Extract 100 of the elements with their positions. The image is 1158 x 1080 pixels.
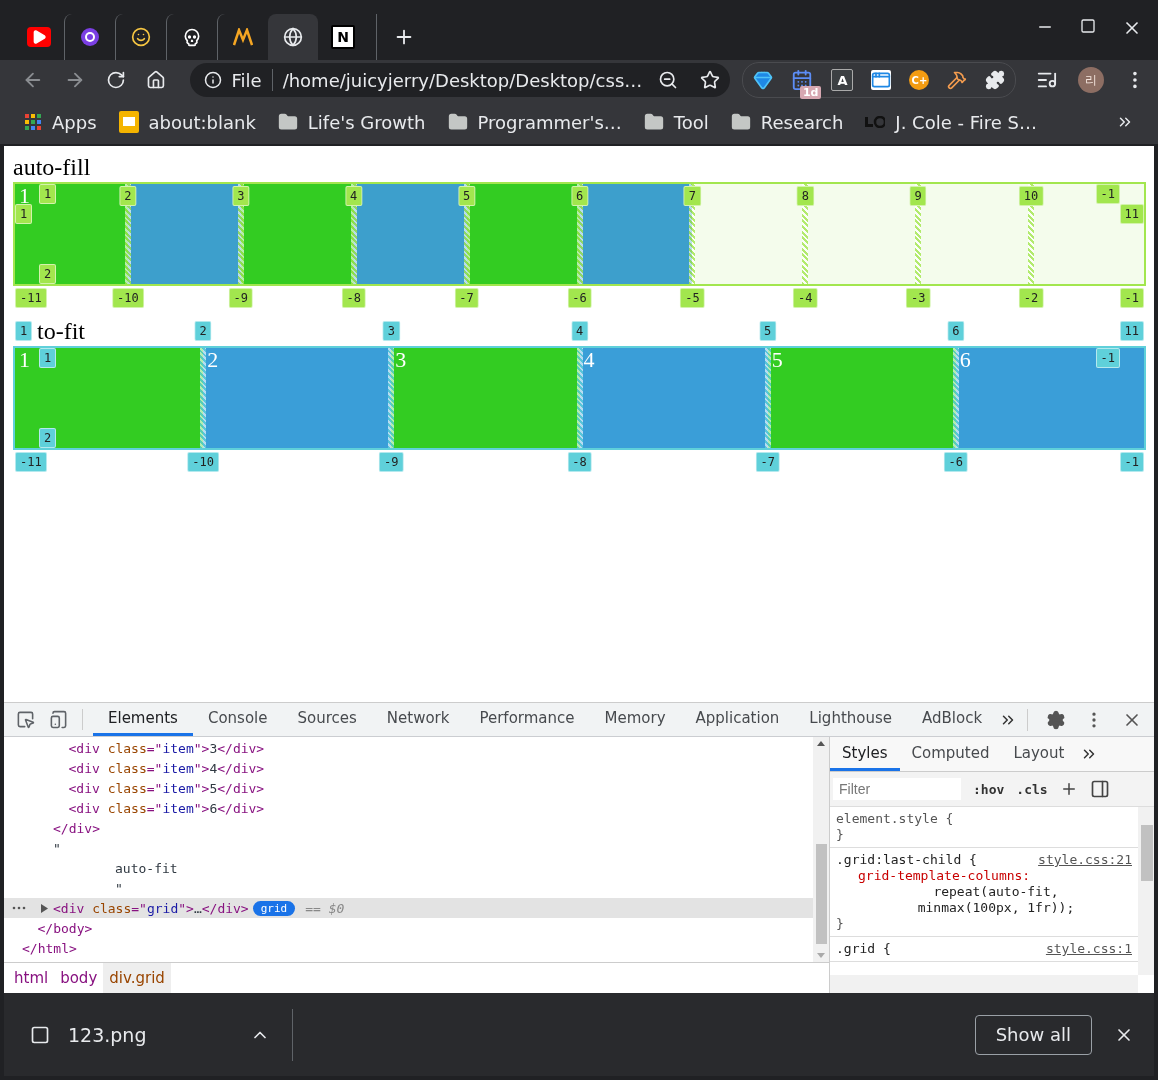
devtools-tab[interactable]: AdBlock bbox=[907, 703, 998, 736]
show-all-button[interactable]: Show all bbox=[974, 1014, 1092, 1055]
devtools-tab[interactable]: Memory bbox=[589, 703, 681, 736]
devtools-tab[interactable]: Lighthouse bbox=[794, 703, 907, 736]
dom-line[interactable]: <div class="item">3</div> bbox=[68, 740, 265, 756]
closing-brace: } bbox=[836, 827, 845, 843]
line-number-badge: -10 bbox=[187, 452, 219, 472]
gem-icon[interactable] bbox=[753, 70, 774, 90]
devtools-tab[interactable]: Elements bbox=[93, 703, 193, 736]
line-number-badge: -2 bbox=[1018, 288, 1044, 308]
line-number-badge: 3 bbox=[232, 186, 250, 206]
line-number-badge: -1 bbox=[1119, 288, 1144, 308]
line-number-badge: 2 bbox=[39, 428, 57, 448]
settings-icon[interactable] bbox=[1046, 709, 1066, 730]
styles-pane-tab[interactable]: Layout bbox=[1001, 737, 1077, 771]
breadcrumb-item[interactable]: body bbox=[54, 963, 104, 993]
scrollbar-thumb[interactable] bbox=[1141, 825, 1153, 881]
home-icon[interactable] bbox=[145, 70, 166, 90]
star-icon[interactable] bbox=[700, 70, 721, 90]
bookmark-item[interactable]: Apps bbox=[24, 111, 97, 133]
scheme-label: File bbox=[231, 69, 262, 91]
css-value[interactable]: repeat(auto-fit, minmax(100px, 1fr)); bbox=[858, 884, 1086, 916]
source-link[interactable]: style.css:21 bbox=[1038, 852, 1132, 868]
bookmark-item[interactable]: Research bbox=[730, 111, 844, 133]
dom-line[interactable]: <div class="item">5</div> bbox=[68, 780, 265, 796]
line-number-badge: -1 bbox=[1095, 348, 1120, 368]
dom-line[interactable]: </html> bbox=[22, 940, 77, 956]
css-selector: element.style { bbox=[836, 811, 954, 827]
selected-node-marker: == $0 bbox=[305, 900, 345, 916]
bookmark-item[interactable]: Tool bbox=[643, 111, 709, 133]
bookmark-item[interactable]: about:blank bbox=[118, 111, 256, 133]
puzzle-icon[interactable] bbox=[985, 70, 1006, 90]
browser-tab[interactable]: N bbox=[318, 14, 368, 60]
dom-line[interactable]: </div> bbox=[53, 820, 100, 836]
skull-icon bbox=[182, 27, 202, 47]
bookmark-item[interactable]: Life's Growth bbox=[277, 111, 426, 133]
dom-line[interactable]: " bbox=[53, 840, 61, 856]
css-selector: .grid { bbox=[836, 941, 891, 957]
grid-badge[interactable]: grid bbox=[252, 900, 296, 916]
filter-field[interactable]: Filter bbox=[833, 778, 961, 800]
horizontal-scrollbar[interactable] bbox=[830, 975, 1138, 993]
hammer-icon[interactable] bbox=[947, 70, 968, 90]
app-icon[interactable] bbox=[871, 70, 892, 90]
filter-toggle[interactable]: .cls bbox=[1016, 781, 1048, 797]
letter-tile-icon[interactable]: A bbox=[831, 69, 854, 91]
line-number-badge: -8 bbox=[341, 288, 366, 308]
folder-icon bbox=[277, 112, 298, 132]
line-number-badge: 9 bbox=[909, 186, 927, 206]
sidebar-toggle-icon[interactable] bbox=[1089, 779, 1110, 799]
ring-icon bbox=[80, 27, 100, 47]
dom-line[interactable]: " bbox=[115, 880, 123, 896]
reload-icon[interactable] bbox=[105, 70, 126, 90]
devtools-tab[interactable]: Sources bbox=[282, 703, 372, 736]
scrollbar-thumb[interactable] bbox=[815, 844, 827, 944]
styles-pane-tab[interactable]: Computed bbox=[899, 737, 1002, 771]
inspect-icon[interactable] bbox=[16, 710, 35, 729]
devtools-tab[interactable]: Network bbox=[371, 703, 465, 736]
info-icon[interactable] bbox=[203, 71, 222, 89]
line-number-badge: -7 bbox=[755, 452, 780, 472]
vertical-scrollbar[interactable] bbox=[1138, 807, 1154, 975]
line-number-badge: -1 bbox=[1119, 452, 1144, 472]
maximize-icon[interactable] bbox=[1080, 18, 1096, 34]
line-number-badge: 4 bbox=[345, 186, 363, 206]
filter-toggle[interactable]: :hov bbox=[973, 781, 1005, 797]
url-text: /home/juicyjerry/Desktop/Desktop/css… bbox=[282, 69, 643, 91]
browser-tab[interactable] bbox=[268, 14, 318, 60]
address-bar[interactable]: File /home/juicyjerry/Desktop/Desktop/css… bbox=[189, 63, 731, 97]
logo-icon bbox=[865, 116, 886, 128]
line-number-badge: -10 bbox=[112, 288, 144, 308]
line-number-badge: -6 bbox=[943, 452, 969, 472]
folder-icon bbox=[643, 112, 664, 132]
dom-line[interactable]: <div class="grid">…</div> bbox=[53, 900, 249, 916]
download-filename[interactable]: 123.png bbox=[68, 1023, 232, 1046]
css-property[interactable]: grid-template-columns: bbox=[858, 868, 1132, 884]
line-number-badge: -9 bbox=[228, 288, 253, 308]
source-link[interactable]: style.css:1 bbox=[1045, 941, 1132, 957]
breadcrumb-item[interactable]: div.grid bbox=[103, 963, 171, 993]
line-number-badge: -8 bbox=[567, 452, 592, 472]
devtools-tab[interactable]: Console bbox=[192, 703, 283, 736]
bookmark-item[interactable]: J. Cole - Fire S… bbox=[865, 111, 1037, 133]
bookmark-item[interactable]: Programmer's… bbox=[447, 111, 622, 133]
count-badge: 1d bbox=[799, 86, 822, 99]
expand-triangle-icon[interactable] bbox=[40, 903, 48, 913]
folder-icon bbox=[730, 112, 751, 132]
slides-icon bbox=[118, 111, 139, 133]
dom-line[interactable]: </body> bbox=[37, 920, 93, 936]
dom-line[interactable]: <div class="item">4</div> bbox=[68, 760, 265, 776]
line-number-badge: 1 bbox=[39, 184, 57, 204]
devtools-tab[interactable]: Application bbox=[680, 703, 795, 736]
line-number-badge: -11 bbox=[15, 288, 47, 308]
line-number-badge: 4 bbox=[570, 321, 589, 341]
device-toggle-icon[interactable] bbox=[49, 710, 68, 729]
profile-avatar[interactable]: 리 bbox=[1078, 67, 1105, 93]
more-dots-icon[interactable] bbox=[12, 906, 26, 910]
breadcrumb-item[interactable]: html bbox=[8, 963, 55, 993]
devtools-tab[interactable]: Performance bbox=[464, 703, 590, 736]
dom-line[interactable]: <div class="item">6</div> bbox=[68, 800, 265, 816]
zoom-out-icon[interactable] bbox=[658, 70, 679, 90]
dom-line[interactable]: auto-fit bbox=[115, 860, 178, 876]
line-number-badge: 11 bbox=[1119, 204, 1144, 224]
